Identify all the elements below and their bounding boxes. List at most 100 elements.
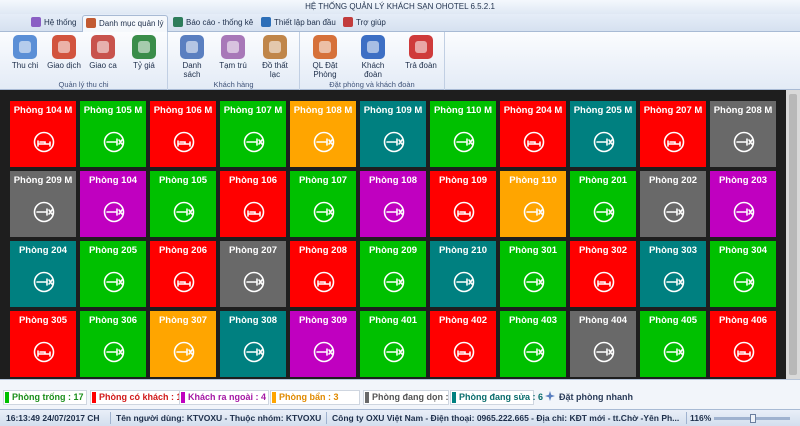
- legend-label: Phòng bẩn : 3: [279, 392, 339, 402]
- legend-label: Khách ra ngoài : 4: [188, 392, 267, 402]
- room-tile[interactable]: Phòng 105: [150, 171, 216, 237]
- room-tile[interactable]: Phòng 303: [640, 241, 706, 307]
- lost-items-button[interactable]: Đồ thất lạc: [256, 35, 294, 79]
- lost-items-icon: [263, 35, 287, 59]
- room-name: Phòng 104: [88, 175, 138, 186]
- room-tile[interactable]: Phòng 109 M: [360, 101, 426, 167]
- room-tile[interactable]: Phòng 301: [500, 241, 566, 307]
- legend-color-swatch: [272, 392, 276, 403]
- quick-book-button[interactable]: Đặt phòng nhanh: [545, 391, 633, 402]
- zoom-slider[interactable]: [714, 414, 790, 423]
- window-title: HỆ THỐNG QUẢN LÝ KHÁCH SẠN OHOTEL 6.5.2.…: [0, 0, 800, 14]
- customer-list-button[interactable]: Danh sách: [173, 35, 211, 79]
- group-guests-icon: [361, 35, 385, 59]
- room-tile[interactable]: Phòng 110: [500, 171, 566, 237]
- room-tile[interactable]: Phòng 104 M: [10, 101, 76, 167]
- room-name: Phòng 205: [88, 245, 138, 256]
- room-tile[interactable]: Phòng 403: [500, 311, 566, 377]
- room-tile[interactable]: Phòng 207 M: [640, 101, 706, 167]
- room-tile[interactable]: Phòng 404: [570, 311, 636, 377]
- room-name: Phòng 207: [228, 245, 278, 256]
- room-name: Phòng 201: [578, 175, 628, 186]
- room-name: Phòng 302: [578, 245, 628, 256]
- tab-gear[interactable]: Thiết lập ban đầu: [258, 15, 340, 32]
- room-tile[interactable]: Phòng 201: [570, 171, 636, 237]
- room-tile[interactable]: Phòng 105 M: [80, 101, 146, 167]
- room-tile[interactable]: Phòng 208: [290, 241, 356, 307]
- tab-system[interactable]: Hệ thống: [28, 15, 80, 32]
- tab-help[interactable]: Trợ giúp: [340, 15, 390, 32]
- room-tile[interactable]: Phòng 207: [220, 241, 286, 307]
- room-tile[interactable]: Phòng 109: [430, 171, 496, 237]
- exchange-rate-button[interactable]: Tỷ giá: [125, 35, 163, 70]
- room-tile[interactable]: Phòng 106: [220, 171, 286, 237]
- room-name: Phòng 305: [18, 315, 68, 326]
- key-icon: [313, 131, 335, 153]
- room-tile[interactable]: Phòng 204 M: [500, 101, 566, 167]
- room-tile[interactable]: Phòng 401: [360, 311, 426, 377]
- money-button[interactable]: Thu chi: [6, 35, 44, 70]
- tab-user[interactable]: Danh mục quản lý: [82, 15, 169, 33]
- room-name: Phòng 106: [228, 175, 278, 186]
- room-name: Phòng 308: [228, 315, 278, 326]
- bed-icon: [663, 131, 685, 153]
- room-tile[interactable]: Phòng 304: [710, 241, 776, 307]
- room-tile[interactable]: Phòng 206: [150, 241, 216, 307]
- room-name: Phòng 306: [88, 315, 138, 326]
- room-tile[interactable]: Phòng 308: [220, 311, 286, 377]
- key-icon: [103, 271, 125, 293]
- key-icon: [593, 201, 615, 223]
- room-name: Phòng 204: [18, 245, 68, 256]
- room-tile[interactable]: Phòng 209 M: [10, 171, 76, 237]
- scrollbar-thumb[interactable]: [789, 94, 797, 375]
- room-tile[interactable]: Phòng 107 M: [220, 101, 286, 167]
- tab-report[interactable]: Báo cáo - thống kê: [170, 15, 257, 32]
- group-checkout-button[interactable]: Trả đoàn: [402, 35, 440, 70]
- room-tile[interactable]: Phòng 402: [430, 311, 496, 377]
- key-icon: [313, 341, 335, 363]
- shift-button[interactable]: Giao ca: [84, 35, 122, 70]
- report-icon: [173, 17, 183, 27]
- room-tile[interactable]: Phòng 406: [710, 311, 776, 377]
- legend-color-swatch: [181, 392, 185, 403]
- legend-label: Phòng đang sửa : 6: [459, 392, 544, 402]
- room-tile[interactable]: Phòng 203: [710, 171, 776, 237]
- room-tile[interactable]: Phòng 405: [640, 311, 706, 377]
- room-name: Phòng 107 M: [223, 105, 283, 116]
- booking-button[interactable]: QL Đặt Phòng: [306, 35, 344, 79]
- room-grid-scrollbar[interactable]: [786, 90, 800, 379]
- room-tile[interactable]: Phòng 108 M: [290, 101, 356, 167]
- room-name: Phòng 406: [718, 315, 768, 326]
- room-tile[interactable]: Phòng 205 M: [570, 101, 636, 167]
- temp-residence-button[interactable]: Tạm trú: [214, 35, 252, 70]
- room-tile[interactable]: Phòng 210: [430, 241, 496, 307]
- status-separator: [686, 412, 687, 424]
- room-tile[interactable]: Phòng 108: [360, 171, 426, 237]
- group-guests-button[interactable]: Khách đoàn: [354, 35, 392, 79]
- room-name: Phòng 206: [158, 245, 208, 256]
- ribbon-group-label: Đặt phòng và khách đoàn: [329, 80, 415, 89]
- room-tile[interactable]: Phòng 204: [10, 241, 76, 307]
- room-tile[interactable]: Phòng 209: [360, 241, 426, 307]
- bed-icon: [173, 131, 195, 153]
- room-tile[interactable]: Phòng 110 M: [430, 101, 496, 167]
- room-tile[interactable]: Phòng 205: [80, 241, 146, 307]
- zoom-slider-knob[interactable]: [750, 414, 756, 423]
- key-icon: [523, 201, 545, 223]
- room-tile[interactable]: Phòng 307: [150, 311, 216, 377]
- key-icon: [593, 131, 615, 153]
- room-tile[interactable]: Phòng 107: [290, 171, 356, 237]
- room-tile[interactable]: Phòng 302: [570, 241, 636, 307]
- room-name: Phòng 208 M: [713, 105, 773, 116]
- key-icon: [33, 201, 55, 223]
- room-tile[interactable]: Phòng 305: [10, 311, 76, 377]
- room-tile[interactable]: Phòng 202: [640, 171, 706, 237]
- ribbon-button-label: Tỷ giá: [133, 61, 155, 70]
- ribbon-button-label: Khách đoàn: [361, 61, 385, 79]
- room-tile[interactable]: Phòng 104: [80, 171, 146, 237]
- room-tile[interactable]: Phòng 106 M: [150, 101, 216, 167]
- room-tile[interactable]: Phòng 306: [80, 311, 146, 377]
- room-tile[interactable]: Phòng 309: [290, 311, 356, 377]
- room-tile[interactable]: Phòng 208 M: [710, 101, 776, 167]
- transaction-button[interactable]: Giao dịch: [45, 35, 83, 70]
